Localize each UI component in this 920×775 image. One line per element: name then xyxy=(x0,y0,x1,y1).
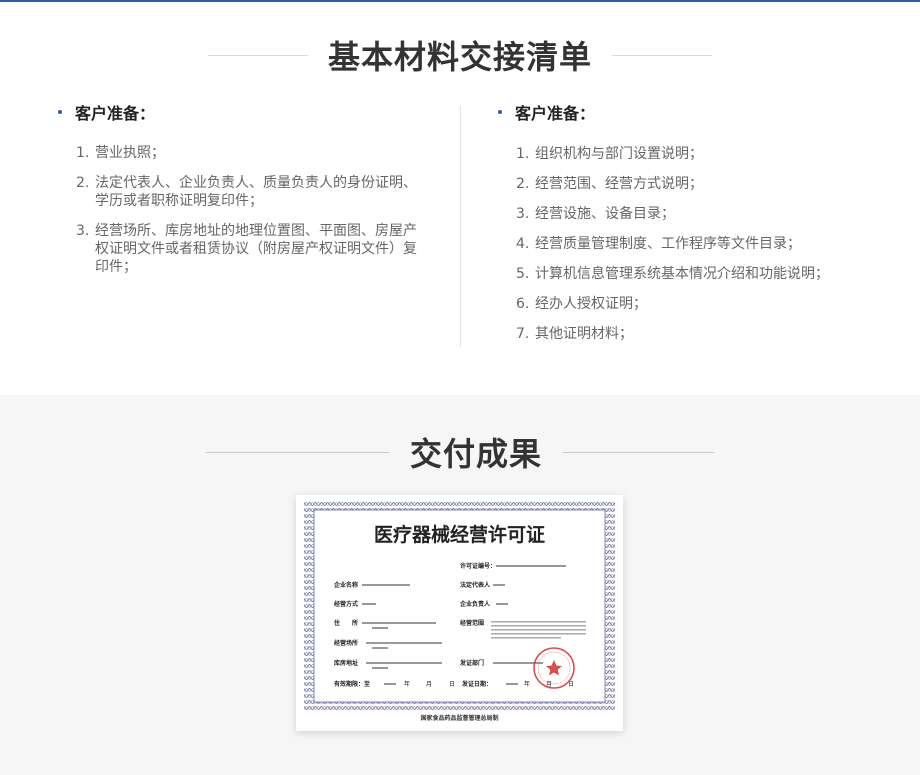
materials-heading: 基本材料交接清单 xyxy=(327,38,592,76)
list-item: 2. 经营范围、经营方式说明； xyxy=(516,176,703,192)
warehouse-label: 库房地址 xyxy=(334,659,358,667)
list-item: 3. 经营场所、库房地址的地理位置图、平面图、房屋产权证明文件或者租赁协议（附房屋… xyxy=(76,223,417,275)
right-column-title-text: 客户准备： xyxy=(515,104,596,123)
left-list: 1. 营业执照； 2. 法定代表人、企业负责人、质量负责人的身份证明、学历或者职称证… xyxy=(76,144,428,276)
valid-month-char: 月 xyxy=(426,681,432,688)
site-label: 经营场所 xyxy=(334,639,358,647)
legal-rep-label: 法定代表人 xyxy=(460,581,491,589)
deliverable-heading: 交付成果 xyxy=(409,435,542,473)
principal-label: 企业负责人 xyxy=(459,600,491,608)
certificate-title: 医疗器械经营许可证 xyxy=(374,523,545,546)
certificate-footer: 国家食品药品监督管理总局制 xyxy=(420,714,498,722)
list-item: 1. 组织机构与部门设置说明； xyxy=(516,146,703,162)
valid-label: 有效期限：至 xyxy=(334,680,370,688)
license-no-label: 许可证编号： xyxy=(460,562,496,570)
list-item: 2. 法定代表人、企业负责人、质量负责人的身份证明、学历或者职称证明复印件； xyxy=(76,175,417,209)
deliverable-heading-row: 交付成果 xyxy=(0,429,920,475)
license-certificate-image: 医疗器械经营许可证 许可证编号： 企业名称 法定代表人 经营方式 企业负责人 住… xyxy=(296,495,623,731)
heading-rule-left xyxy=(207,54,308,56)
bullet-dot xyxy=(498,110,502,114)
left-column-title: 客户准备： xyxy=(58,100,428,124)
list-item: 4. 经营质量管理制度、工作程序等文件目录； xyxy=(516,236,801,252)
right-list: 1. 组织机构与部门设置说明； 2. 经营范围、经营方式说明； 3. 经营设施、设备目… xyxy=(516,144,898,344)
valid-day-char: 日 xyxy=(449,681,455,688)
list-item: 6. 经办人授权证明； xyxy=(516,296,647,312)
method-label: 经营方式 xyxy=(334,600,358,608)
issuer-label: 发证部门 xyxy=(459,659,484,667)
issue-year-char: 年 xyxy=(524,680,530,688)
list-item: 3. 经营设施、设备目录； xyxy=(516,206,675,222)
list-item: 7. 其他证明材料； xyxy=(516,326,633,342)
right-column: 客户准备： 1. 组织机构与部门设置说明； 2. 经营范围、经营方式说明； 3. 经营… xyxy=(498,100,898,354)
scope-label: 经营范围 xyxy=(460,619,484,627)
address-label: 住 所 xyxy=(334,619,358,627)
left-column-title-text: 客户准备： xyxy=(75,104,156,123)
issue-date-label: 发证日期： xyxy=(461,680,492,688)
valid-year-char: 年 xyxy=(404,680,410,688)
materials-section: 基本材料交接清单 客户准备： 1. 营业执照； 2. 法定代表人、企业负责人、质量负… xyxy=(0,2,920,395)
deliverable-section: 交付成果 医疗器械经营许可证 许可证编号： 企业名称 法定代表人 经营方式 企业… xyxy=(0,395,920,775)
column-divider xyxy=(460,106,461,348)
left-column: 客户准备： 1. 营业执照； 2. 法定代表人、企业负责人、质量负责人的身份证明、学… xyxy=(58,100,428,288)
heading-rule-right xyxy=(612,54,712,56)
list-item: 1. 营业执照； xyxy=(76,145,165,161)
heading-rule-right xyxy=(562,451,714,453)
heading-rule-left xyxy=(205,451,390,453)
right-column-title: 客户准备： xyxy=(498,100,898,124)
company-label: 企业名称 xyxy=(333,581,358,589)
bullet-dot xyxy=(58,110,62,114)
materials-heading-row: 基本材料交接清单 xyxy=(0,32,920,78)
list-item: 5. 计算机信息管理系统基本情况介绍和功能说明； xyxy=(516,266,829,282)
certificate-svg: 医疗器械经营许可证 许可证编号： 企业名称 法定代表人 经营方式 企业负责人 住… xyxy=(304,501,615,722)
